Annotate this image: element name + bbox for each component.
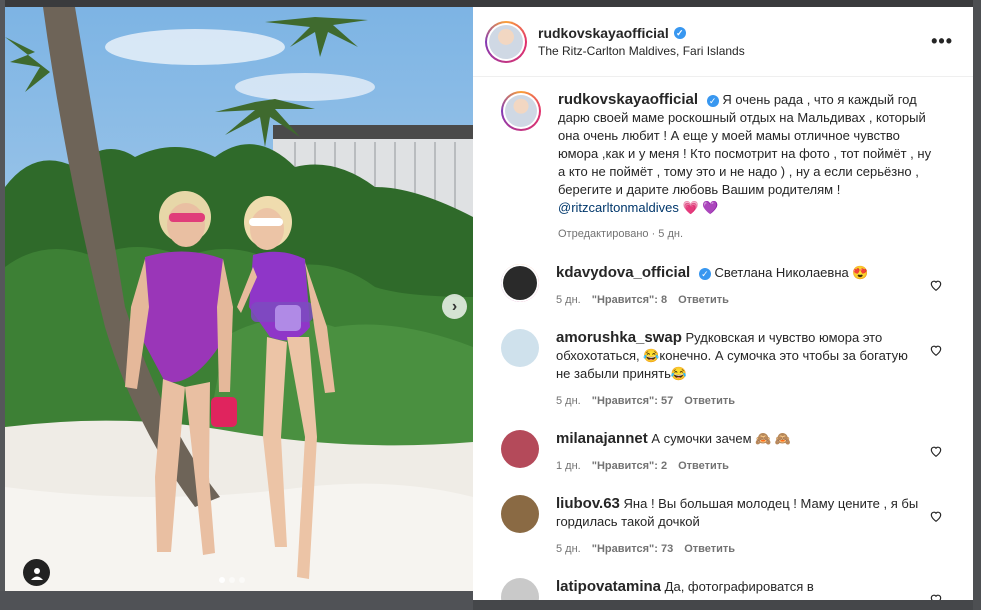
comment-text: Да, фотографироватся в (664, 579, 814, 594)
verified-icon: ✓ (698, 268, 711, 280)
comment-age: 5 дн. (556, 395, 581, 407)
comment-avatar[interactable] (501, 495, 539, 533)
carousel-dots (219, 577, 245, 583)
carousel-dot (229, 577, 235, 583)
verified-icon: ✓ (706, 95, 719, 107)
post-details-panel: rudkovskayaofficial ✓ The Ritz-Carlton M… (473, 7, 973, 600)
post-header: rudkovskayaofficial ✓ The Ritz-Carlton M… (473, 7, 973, 77)
comment-age: 1 дн. (556, 460, 581, 472)
heart-icon[interactable] (929, 509, 943, 523)
reply-button[interactable]: Ответить (684, 540, 735, 558)
comments-list: rudkovskayaofficial ✓ Я очень рада , что… (473, 77, 973, 600)
comment-text: Светлана Николаевна 😍 (714, 265, 869, 280)
caption: rudkovskayaofficial ✓ Я очень рада , что… (501, 91, 961, 243)
reply-button[interactable]: Ответить (684, 392, 735, 410)
caption-username[interactable]: rudkovskayaofficial (558, 91, 698, 108)
heart-icon[interactable] (929, 343, 943, 357)
comment-avatar[interactable] (501, 329, 539, 367)
comment-item: kdavydova_official ✓ Светлана Николаевна… (501, 264, 961, 309)
comment-likes[interactable]: "Нравится": 8 (592, 291, 667, 309)
caption-avatar[interactable] (501, 91, 541, 131)
comment-username[interactable]: latipovatamina (556, 578, 661, 595)
next-photo-button[interactable]: › (442, 294, 467, 319)
mention-link[interactable]: @ritzcarltonmaldives (558, 200, 679, 215)
comment-username[interactable]: amorushka_swap (556, 329, 682, 346)
post-location[interactable]: The Ritz-Carlton Maldives, Fari Islands (538, 44, 745, 58)
chevron-right-icon: › (451, 297, 458, 315)
comment-item: amorushka_swap Рудковская и чувство юмор… (501, 329, 961, 410)
author-username[interactable]: rudkovskayaofficial (538, 25, 669, 41)
comment-text: А сумочки зачем 🙈 🙈 (651, 431, 792, 446)
comment-likes[interactable]: "Нравится": 57 (592, 392, 673, 410)
caption-emoji: 💗 💜 (682, 200, 719, 215)
author-avatar[interactable] (485, 20, 527, 63)
comment-username[interactable]: liubov.63 (556, 495, 620, 512)
comment-item: milanajannet А сумочки зачем 🙈 🙈 1 дн. "… (501, 430, 961, 475)
heart-icon[interactable] (929, 592, 943, 600)
comment-item: liubov.63 Яна ! Вы большая молодец ! Мам… (501, 495, 961, 558)
more-options-icon[interactable]: ••• (931, 31, 953, 52)
beach-photo (5, 7, 473, 591)
comment-likes[interactable]: "Нравится": 73 (592, 540, 673, 558)
comment-avatar[interactable] (501, 264, 539, 302)
heart-icon[interactable] (929, 444, 943, 458)
comment-likes[interactable]: "Нравится": 2 (592, 457, 667, 475)
reply-button[interactable]: Ответить (678, 457, 729, 475)
comment-age: 5 дн. (556, 543, 581, 555)
comment-avatar[interactable] (501, 430, 539, 468)
carousel-dot (239, 577, 245, 583)
user-icon (30, 567, 43, 580)
comment-username[interactable]: kdavydova_official (556, 264, 690, 281)
post-photo[interactable]: › (5, 7, 473, 591)
comment-avatar[interactable] (501, 578, 539, 600)
heart-icon[interactable] (929, 278, 943, 292)
comment-item: latipovatamina Да, фотографироватся в (501, 578, 961, 600)
tagged-people-button[interactable] (23, 559, 50, 586)
caption-meta: Отредактировано · 5 дн. (558, 228, 684, 240)
verified-icon: ✓ (673, 27, 686, 39)
carousel-dot (219, 577, 225, 583)
comment-age: 5 дн. (556, 294, 581, 306)
reply-button[interactable]: Ответить (678, 291, 729, 309)
comment-username[interactable]: milanajannet (556, 430, 648, 447)
